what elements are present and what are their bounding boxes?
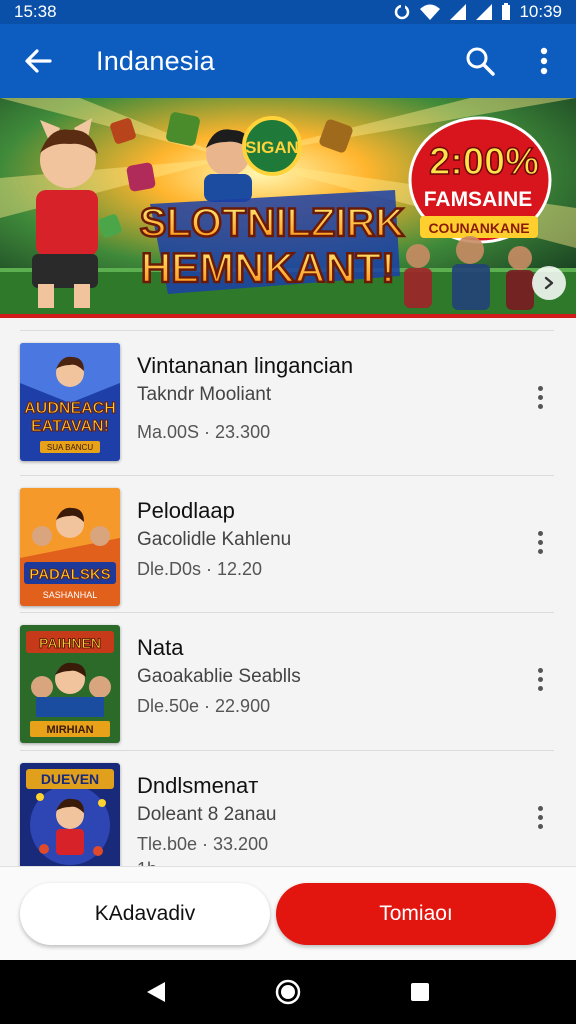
item-title: Nata [137, 635, 184, 660]
banner-promo-percent: 2:00% [429, 141, 539, 183]
list-item[interactable]: AUDNEACH EATAVAN! SUA BANCU Vintananan l… [20, 330, 554, 467]
item-thumbnail: PADALSKS SASHANHAL [20, 488, 120, 606]
banner-promo-badge: 2:00% FAMSAINE COUNANKANE [408, 116, 552, 244]
app-bar: Indanesia [0, 24, 576, 98]
item-title: Dndlsmenaт [137, 773, 259, 798]
promo-banner[interactable]: SIGAN SLOTNILZIRK HEMNKANT! 2:00% FAMSAI… [0, 98, 576, 318]
signal-icon [450, 4, 467, 20]
game-list: AUDNEACH EATAVAN! SUA BANCU Vintananan l… [0, 330, 576, 866]
thumbnail-title: DUEVEN [41, 771, 99, 787]
bottom-action-bar: KAdavadiv Tomiaoı [0, 866, 576, 960]
nav-recents-icon [411, 983, 429, 1001]
item-subtitle: Gaoakablie Seablls [137, 666, 301, 687]
item-meta: Dle.D0s · 12.20 [137, 559, 263, 579]
item-subtitle: Doleant 8 2anau [137, 804, 277, 825]
item-meta-extra: 1b [137, 859, 497, 866]
item-meta: Dle.50e · 22.900 [137, 696, 271, 716]
thumbnail-title: PADALSKS [29, 566, 110, 583]
item-text: Nata Gaoakablie Seablls Dle.50e · 22.900 [137, 633, 497, 721]
overflow-menu-button[interactable] [512, 24, 576, 98]
primary-button[interactable]: Tomiaoı [276, 883, 556, 945]
sync-icon [395, 4, 410, 20]
item-more-button[interactable] [528, 514, 552, 570]
banner-headline-line2: HEMNKANT! [141, 244, 395, 291]
item-meta: Ma.00S · 23.300 [137, 422, 271, 442]
list-item[interactable]: DUEVEN Dndlsmenaт Doleant 8 2anau Tle.b0… [20, 750, 554, 866]
item-text: Pelodlaap Gacolidle Kahlenu Dle.D0s · 12… [137, 496, 497, 584]
banner-badge-text: SIGAN [245, 138, 299, 157]
wifi-icon [420, 4, 441, 20]
system-nav-bar [0, 960, 576, 1024]
item-meta: Tle.b0e · 33.200 [137, 834, 269, 854]
more-vert-icon [537, 385, 543, 391]
nav-recents-button[interactable] [396, 968, 444, 1016]
more-vert-icon [540, 47, 548, 75]
item-more-button[interactable] [528, 789, 552, 845]
item-thumbnail: DUEVEN [20, 763, 120, 866]
banner-artwork: SIGAN SLOTNILZIRK HEMNKANT! 2:00% FAMSAI… [0, 98, 576, 314]
item-text: Dndlsmenaт Doleant 8 2anau Tle.b0e · 33.… [137, 771, 497, 866]
nav-back-button[interactable] [132, 968, 180, 1016]
more-vert-icon [537, 530, 543, 536]
chevron-right-icon [544, 276, 554, 290]
item-more-button[interactable] [528, 369, 552, 425]
banner-next-button[interactable] [532, 266, 566, 300]
nav-home-button[interactable] [264, 968, 312, 1016]
item-thumbnail: AUDNEACH EATAVAN! SUA BANCU [20, 343, 120, 461]
secondary-button[interactable]: KAdavadiv [20, 883, 270, 945]
nav-home-icon [275, 979, 301, 1005]
status-bar: 15:38 10:39 [0, 0, 576, 24]
status-time-right: 10:39 [519, 2, 562, 21]
signal-icon-2 [476, 4, 493, 20]
status-time-left: 15:38 [14, 2, 57, 21]
item-thumbnail: PAIHNEN MIRHIAN [20, 625, 120, 743]
more-vert-icon [537, 805, 543, 811]
banner-headline-line1: SLOTNILZIRK [140, 201, 405, 245]
item-subtitle: Takndr Mooliant [137, 384, 272, 405]
nav-back-icon [147, 982, 165, 1002]
arrow-back-icon [25, 49, 52, 73]
status-icons: 10:39 [393, 2, 562, 22]
list-item[interactable]: PAIHNEN MIRHIAN Nata Gaoakablie Seablls … [20, 612, 554, 749]
search-icon [466, 47, 495, 76]
thumbnail-subtitle: EATAVAN! [31, 418, 109, 435]
thumbnail-caption: SASHANHAL [43, 590, 98, 600]
item-subtitle: Gacolidle Kahlenu [137, 529, 292, 550]
page-title: Indanesia [96, 45, 215, 76]
item-text: Vintananan lingancian Takndr Mooliant Ma… [137, 351, 497, 447]
thumbnail-caption: SUA BANCU [47, 443, 93, 452]
list-item[interactable]: PADALSKS SASHANHAL Pelodlaap Gacolidle K… [20, 475, 554, 612]
back-button[interactable] [0, 24, 76, 98]
thumbnail-caption: MIRHIAN [46, 724, 93, 736]
item-title: Pelodlaap [137, 498, 235, 523]
search-button[interactable] [448, 24, 512, 98]
item-more-button[interactable] [528, 651, 552, 707]
battery-icon [502, 3, 511, 20]
more-vert-icon [537, 667, 543, 673]
thumbnail-title: PAIHNEN [39, 635, 101, 651]
banner-promo-line1: FAMSAINE [424, 188, 533, 211]
thumbnail-title: AUDNEACH [24, 400, 116, 417]
item-title: Vintananan lingancian [137, 353, 354, 378]
banner-promo-line2: COUNANKANE [428, 220, 529, 236]
